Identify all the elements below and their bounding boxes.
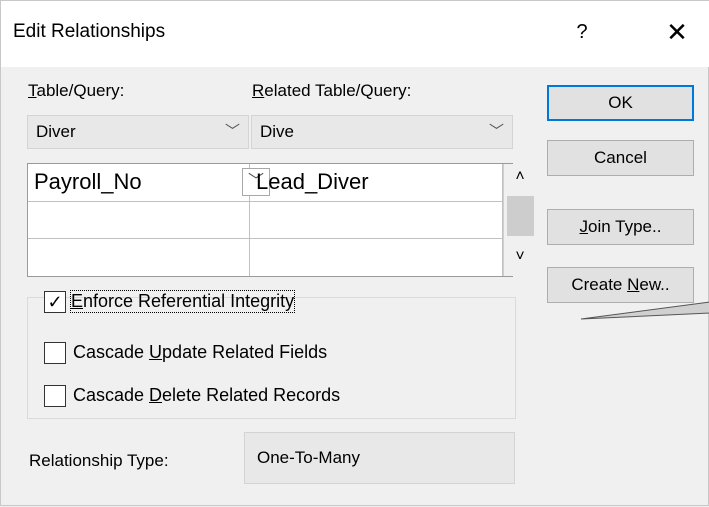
cancel-button[interactable]: Cancel bbox=[547, 140, 694, 176]
chevron-down-icon: ﹀ bbox=[488, 123, 504, 140]
table-field-cell[interactable]: Payroll_No bbox=[28, 164, 250, 202]
enforce-referential-integrity-label[interactable]: Enforce Referential Integrity bbox=[69, 290, 296, 313]
ok-button[interactable]: OK bbox=[547, 85, 694, 121]
scroll-down-icon[interactable]: ˅ bbox=[504, 248, 536, 266]
table-field-value: Payroll_No bbox=[34, 169, 142, 194]
related-field-cell[interactable] bbox=[250, 202, 503, 239]
create-new-button[interactable]: Create New.. bbox=[547, 267, 694, 303]
relationship-type-label: Relationship Type: bbox=[29, 451, 169, 470]
edit-relationships-dialog: Edit Relationships ? ✕ Table/Query: Rela… bbox=[0, 0, 709, 506]
vertical-scrollbar[interactable]: ˄ ˅ bbox=[503, 164, 537, 276]
enforce-referential-integrity-checkbox[interactable]: ✓ bbox=[44, 291, 66, 313]
cascade-delete-label[interactable]: Cascade Delete Related Records bbox=[73, 385, 340, 406]
related-table-query-select[interactable]: Dive ﹀ bbox=[251, 115, 513, 149]
relationship-type-value: One-To-Many bbox=[244, 432, 515, 484]
chevron-down-icon: ﹀ bbox=[224, 123, 240, 140]
related-table-query-value: Dive bbox=[260, 122, 295, 141]
window-title: Edit Relationships bbox=[13, 21, 166, 42]
title-bar: Edit Relationships ? ✕ bbox=[1, 1, 709, 67]
scroll-up-icon[interactable]: ˄ bbox=[504, 168, 536, 186]
table-query-select[interactable]: Diver ﹀ bbox=[27, 115, 249, 149]
cascade-delete-checkbox[interactable] bbox=[44, 385, 66, 407]
table-field-cell[interactable] bbox=[28, 239, 250, 276]
callout-pointer-shape bbox=[580, 301, 709, 320]
join-type-button[interactable]: Join Type.. bbox=[547, 209, 694, 245]
scroll-thumb[interactable] bbox=[507, 196, 534, 236]
help-icon[interactable]: ? bbox=[567, 13, 597, 51]
close-icon[interactable]: ✕ bbox=[656, 13, 698, 51]
table-query-label: Table/Query: bbox=[28, 81, 125, 100]
table-field-cell[interactable] bbox=[28, 202, 250, 239]
related-field-cell[interactable] bbox=[250, 239, 503, 276]
field-mapping-grid: Payroll_No ﹀ Lead_Diver ˄ ˅ bbox=[27, 163, 537, 277]
table-query-value: Diver bbox=[36, 122, 76, 141]
related-field-cell[interactable]: Lead_Diver bbox=[250, 164, 503, 202]
cascade-update-label[interactable]: Cascade Update Related Fields bbox=[73, 342, 327, 363]
related-table-query-label: Related Table/Query: bbox=[252, 81, 412, 100]
cascade-update-checkbox[interactable] bbox=[44, 342, 66, 364]
related-field-value: Lead_Diver bbox=[256, 169, 369, 194]
